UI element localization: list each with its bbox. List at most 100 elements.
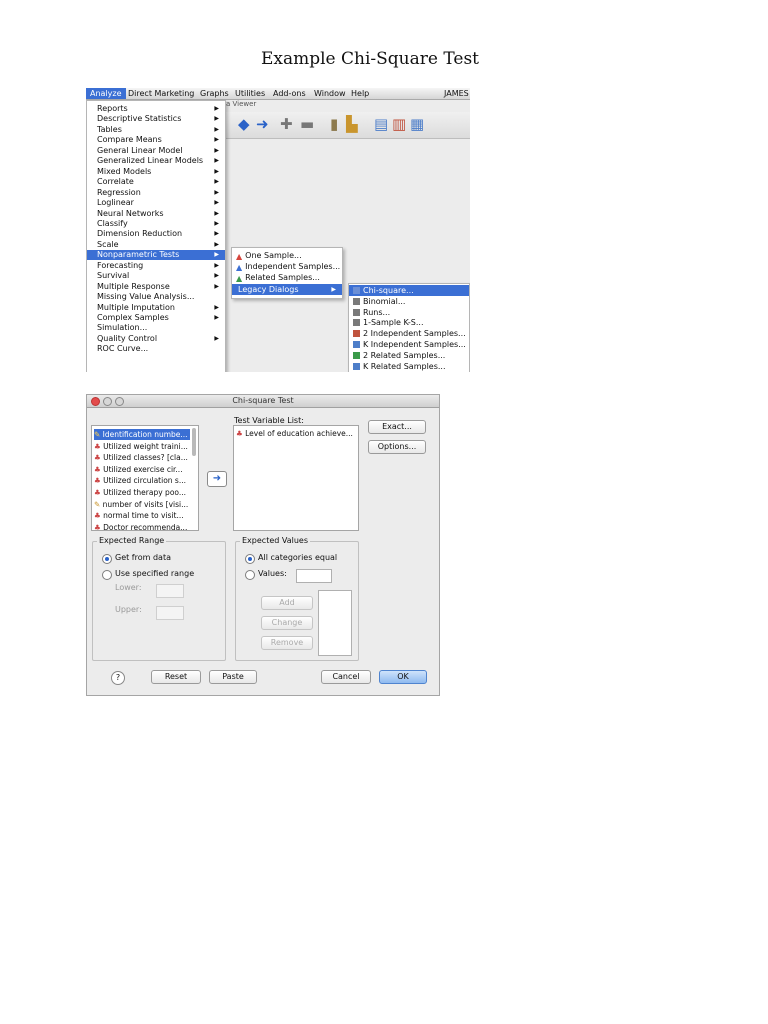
menu-item-nonparametric-tests[interactable]: Nonparametric Tests ▶ xyxy=(87,250,225,261)
test-type-icon xyxy=(353,297,360,305)
chart-doc-icon[interactable]: ▥ xyxy=(392,116,406,132)
test-variable-list[interactable]: ♣ Level of education achieve... xyxy=(233,425,359,531)
source-variable-list[interactable]: ✎ Identification numbe... ♣ Utilized weig… xyxy=(91,425,199,533)
variable-list-scrollbar[interactable] xyxy=(192,428,196,456)
expand-plus-icon[interactable]: ✚ xyxy=(280,116,293,132)
collapse-minus-icon[interactable]: ▬ xyxy=(300,116,314,132)
menu-item-k-independent-samples[interactable]: K Independent Samples... xyxy=(349,339,469,350)
menu-add-ons[interactable]: Add-ons xyxy=(273,89,306,98)
menu-item-binomial[interactable]: Binomial... xyxy=(349,296,469,307)
menu-item-quality-control[interactable]: Quality Control ▶ xyxy=(87,334,225,344)
menu-window[interactable]: Window xyxy=(314,89,346,98)
menu-item-reports[interactable]: Reports ▶ xyxy=(87,104,225,114)
menu-item-regression[interactable]: Regression ▶ xyxy=(87,188,225,198)
all-categories-equal-label: All categories equal xyxy=(258,553,338,562)
menu-item-multiple-imputation[interactable]: Multiple Imputation ▶ xyxy=(87,303,225,313)
menu-item-correlate[interactable]: Correlate ▶ xyxy=(87,177,225,187)
values-field[interactable] xyxy=(296,569,332,583)
book-icon[interactable]: ▮ xyxy=(330,116,338,132)
get-from-data-radio[interactable] xyxy=(102,554,112,564)
reset-button[interactable]: Reset xyxy=(151,670,201,684)
menu-item-multiple-response[interactable]: Multiple Response ▶ xyxy=(87,282,225,292)
menu-item-independent-samples[interactable]: ▲ Independent Samples... xyxy=(232,261,342,272)
books-icon[interactable]: ▙ xyxy=(346,116,358,132)
menu-graphs[interactable]: Graphs xyxy=(200,89,229,98)
menu-item-roc-curve[interactable]: ROC Curve... xyxy=(87,344,225,354)
cancel-button[interactable]: Cancel xyxy=(321,670,371,684)
menu-item-survival[interactable]: Survival ▶ xyxy=(87,271,225,281)
add-button[interactable]: Add xyxy=(261,596,313,610)
variable-item[interactable]: ♣ Utilized classes? [cla... xyxy=(94,452,190,463)
menu-item-chi-square[interactable]: Chi-square... xyxy=(349,285,469,296)
submenu-arrow-icon: ▶ xyxy=(214,261,219,269)
menu-item-generalized-linear-models[interactable]: Generalized Linear Models ▶ xyxy=(87,156,225,166)
menu-item-1-sample-k-s[interactable]: 1-Sample K-S... xyxy=(349,317,469,328)
menu-item-related-samples[interactable]: ▲ Related Samples... xyxy=(232,272,342,283)
variable-item[interactable]: ♣ Utilized circulation s... xyxy=(94,475,190,486)
help-button[interactable]: ? xyxy=(111,671,125,685)
remove-button[interactable]: Remove xyxy=(261,636,313,650)
menu-item-k-related-samples[interactable]: K Related Samples... xyxy=(349,361,469,372)
menu-item-dimension-reduction[interactable]: Dimension Reduction ▶ xyxy=(87,229,225,239)
menu-item-compare-means[interactable]: Compare Means ▶ xyxy=(87,135,225,145)
options-button[interactable]: Options... xyxy=(368,440,426,454)
dialog-titlebar: Chi-square Test xyxy=(87,395,439,408)
upper-field[interactable] xyxy=(156,606,184,620)
menu-item-neural-networks[interactable]: Neural Networks ▶ xyxy=(87,209,225,219)
variable-item[interactable]: ♣ normal time to visit... xyxy=(94,510,190,521)
variable-item[interactable]: ✎ number of visits [visi... xyxy=(94,499,190,510)
submenu-arrow-icon: ▶ xyxy=(214,314,219,321)
menu-item-runs[interactable]: Runs... xyxy=(349,307,469,318)
legacy-dialogs-submenu: Chi-square... Binomial... Runs... 1-Sample … xyxy=(348,283,470,372)
test-variable-item[interactable]: ♣ Level of education achieve... xyxy=(236,429,353,438)
menu-item-legacy-dialogs[interactable]: Legacy Dialogs ▶ xyxy=(232,284,342,295)
menu-item-loglinear[interactable]: Loglinear ▶ xyxy=(87,198,225,208)
menu-item-scale[interactable]: Scale ▶ xyxy=(87,240,225,250)
expected-values-list[interactable] xyxy=(318,590,352,656)
move-variable-button[interactable]: ➜ xyxy=(207,471,227,487)
menu-item-descriptive-statistics[interactable]: Descriptive Statistics ▶ xyxy=(87,114,225,124)
submenu-arrow-icon: ▶ xyxy=(331,286,336,293)
menu-item-one-sample[interactable]: ▲ One Sample... xyxy=(232,250,342,261)
scale-variable-icon: ✎ xyxy=(94,430,103,439)
menu-user[interactable]: JAMES xyxy=(444,89,469,98)
variable-item[interactable]: ♣ Utilized therapy poo... xyxy=(94,487,190,498)
test-type-icon xyxy=(353,308,360,316)
values-radio[interactable] xyxy=(245,570,255,580)
back-arrow-icon[interactable]: ◆ xyxy=(238,116,250,132)
menu-direct-marketing[interactable]: Direct Marketing xyxy=(128,89,194,98)
menu-item-missing-value-analysis[interactable]: Missing Value Analysis... xyxy=(87,292,225,302)
menu-item-simulation[interactable]: Simulation... xyxy=(87,323,225,333)
dialog-title: Chi-square Test xyxy=(232,396,294,405)
variable-item[interactable]: ♣ Utilized weight traini... xyxy=(94,441,190,452)
paste-button[interactable]: Paste xyxy=(209,670,257,684)
submenu-arrow-icon: ▶ xyxy=(214,188,219,196)
forward-arrow-icon[interactable]: ➜ xyxy=(256,116,269,132)
menu-analyze[interactable]: Analyze xyxy=(86,88,126,99)
menu-item-forecasting[interactable]: Forecasting ▶ xyxy=(87,261,225,271)
submenu-arrow-icon: ▶ xyxy=(214,240,219,248)
lower-field[interactable] xyxy=(156,584,184,598)
export-icon[interactable]: ▦ xyxy=(410,116,424,132)
exact-button[interactable]: Exact... xyxy=(368,420,426,434)
variable-item[interactable]: ♣ Doctor recommenda... xyxy=(94,522,190,533)
all-categories-equal-radio[interactable] xyxy=(245,554,255,564)
variable-item[interactable]: ✎ Identification numbe... xyxy=(94,429,190,440)
ok-button[interactable]: OK xyxy=(379,670,427,684)
menu-item-complex-samples[interactable]: Complex Samples ▶ xyxy=(87,313,225,323)
menu-utilities[interactable]: Utilities xyxy=(235,89,265,98)
menu-item-2-independent-samples[interactable]: 2 Independent Samples... xyxy=(349,328,469,339)
menu-help[interactable]: Help xyxy=(351,89,369,98)
viewer-title: a Viewer xyxy=(226,100,257,108)
document-icon[interactable]: ▤ xyxy=(374,116,388,132)
change-button[interactable]: Change xyxy=(261,616,313,630)
variable-item[interactable]: ♣ Utilized exercise cir... xyxy=(94,464,190,475)
menu-item-classify[interactable]: Classify ▶ xyxy=(87,219,225,229)
nominal-variable-icon: ♣ xyxy=(94,522,104,532)
menu-item-2-related-samples[interactable]: 2 Related Samples... xyxy=(349,350,469,361)
submenu-arrow-icon: ▶ xyxy=(214,272,219,280)
menu-item-mixed-models[interactable]: Mixed Models ▶ xyxy=(87,167,225,177)
use-specified-range-radio[interactable] xyxy=(102,570,112,580)
menu-item-general-linear-model[interactable]: General Linear Model ▶ xyxy=(87,146,225,156)
menu-item-tables[interactable]: Tables ▶ xyxy=(87,125,225,135)
